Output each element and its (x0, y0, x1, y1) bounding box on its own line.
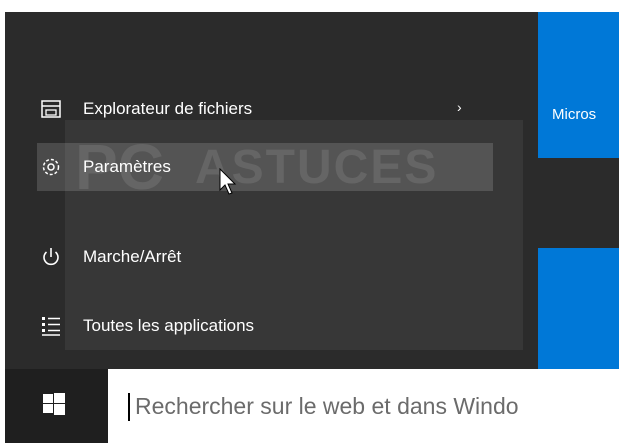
power-icon (39, 245, 63, 269)
tile-label: Micros (552, 106, 597, 123)
menu-item-label: Explorateur de fichiers (83, 99, 253, 118)
menu-item-label: Toutes les applications (83, 316, 255, 335)
menu-item-power[interactable]: Marche/Arrêt (37, 233, 493, 281)
search-placeholder: Rechercher sur le web et dans Windo (135, 393, 519, 419)
settings-gear-icon (39, 155, 63, 179)
menu-item-label: Marche/Arrêt (83, 247, 182, 266)
file-explorer-icon (39, 97, 63, 121)
menu-item-file-explorer[interactable]: Explorateur de fichiers › (37, 85, 493, 133)
taskbar: Rechercher sur le web et dans Windo (5, 369, 619, 443)
all-apps-list-icon (39, 314, 63, 338)
tile-blue[interactable] (538, 248, 619, 369)
tile-microsoft-edge[interactable]: Micros (538, 12, 619, 158)
start-menu-window: Explorateur de fichiers › Paramètres Mar… (5, 12, 619, 443)
windows-logo-icon (43, 392, 65, 420)
watermark-logo-pc: PC (75, 131, 164, 203)
start-button[interactable] (5, 369, 103, 443)
mouse-cursor-icon (219, 168, 237, 195)
menu-item-all-apps[interactable]: Toutes les applications (37, 302, 493, 350)
chevron-right-icon[interactable]: › (457, 99, 462, 115)
text-caret (128, 393, 130, 421)
search-input[interactable]: Rechercher sur le web et dans Windo (108, 369, 619, 443)
